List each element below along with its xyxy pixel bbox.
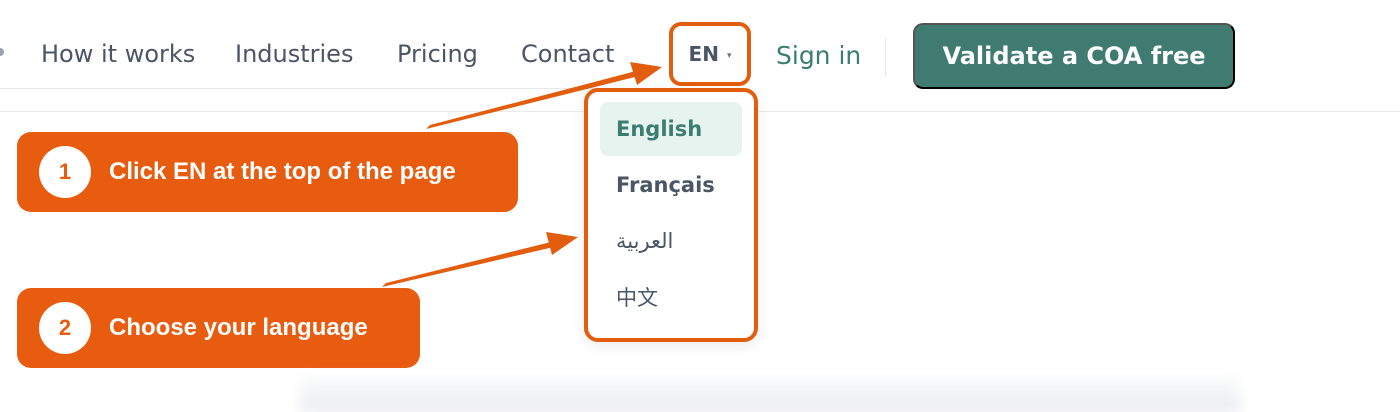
step-1-callout: 1 Click EN at the top of the page: [17, 132, 518, 212]
language-selector-button[interactable]: EN ▾: [669, 22, 751, 86]
step-2-callout: 2 Choose your language: [17, 288, 420, 368]
nav-link-industries[interactable]: Industries: [235, 38, 353, 70]
step-2-badge: 2: [39, 302, 91, 354]
language-dropdown: English Français العربية 中文: [584, 88, 758, 342]
arrow-to-language-menu: [382, 232, 578, 287]
sign-in-link[interactable]: Sign in: [776, 40, 861, 72]
language-option-french[interactable]: Français: [600, 158, 742, 212]
nav-link-how-it-works[interactable]: How it works: [41, 38, 195, 70]
page-content-blur: [300, 372, 1240, 412]
nav-overflow-indicator: [0, 48, 4, 56]
nav-link-pricing[interactable]: Pricing: [397, 38, 478, 70]
step-1-text: Click EN at the top of the page: [109, 158, 456, 185]
step-1-badge: 1: [39, 146, 91, 198]
language-option-chinese[interactable]: 中文: [600, 270, 742, 324]
language-option-english[interactable]: English: [600, 102, 742, 156]
chevron-down-icon: ▾: [726, 49, 732, 60]
validate-coa-button[interactable]: Validate a COA free: [913, 23, 1235, 89]
language-code: EN: [688, 42, 719, 66]
language-option-arabic[interactable]: العربية: [600, 214, 742, 268]
nav-divider: [885, 38, 886, 76]
nav-underline: [0, 88, 600, 89]
step-2-text: Choose your language: [109, 314, 368, 341]
nav-link-contact[interactable]: Contact: [521, 38, 614, 70]
